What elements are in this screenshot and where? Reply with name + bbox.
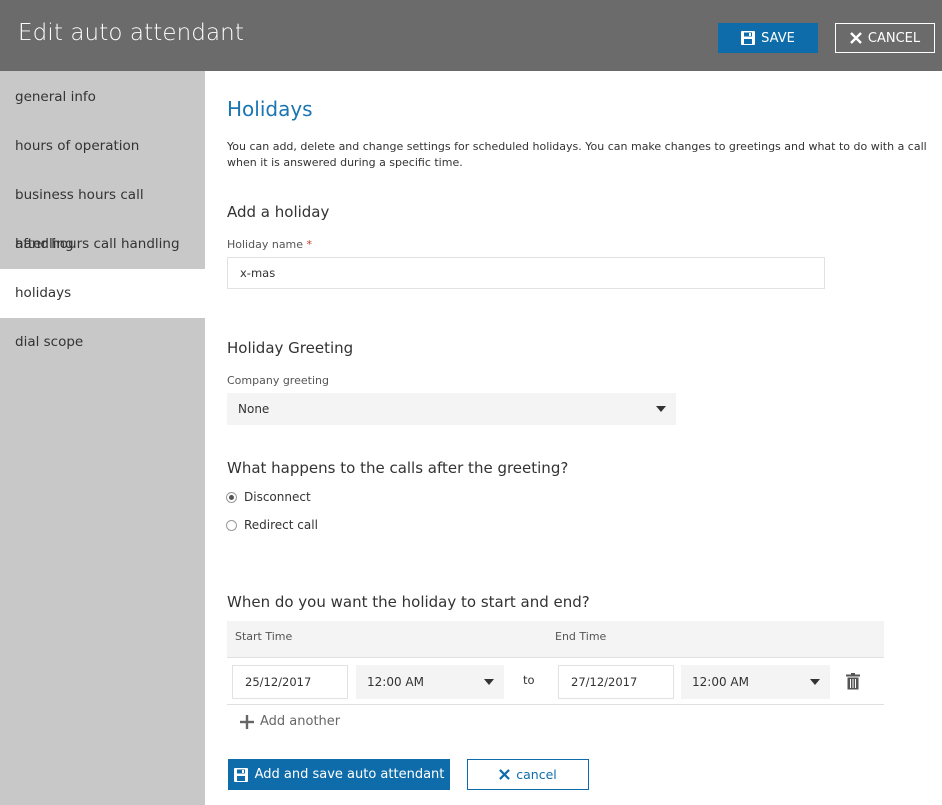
floppy-disk-icon [741,31,756,45]
sidebar-item-dial-scope[interactable]: dial scope [0,318,205,367]
chevron-down-icon [810,679,820,685]
after-greeting-heading: What happens to the calls after the gree… [227,459,569,477]
holiday-name-value: x-mas [240,266,276,280]
add-holiday-heading: Add a holiday [227,203,330,221]
cancel-link-button[interactable]: cancel [467,759,589,790]
cancel-button[interactable]: CANCEL [835,23,935,53]
trash-icon[interactable] [846,673,860,690]
chevron-down-icon [656,406,666,412]
radio-button-unchecked[interactable] [226,519,237,531]
start-time-label: Start Time [235,630,293,643]
add-another-link[interactable]: Add another [240,714,340,729]
company-greeting-label: Company greeting [227,374,329,387]
header-bar: Edit auto attendant SAVE CANCEL [0,0,942,71]
main-content: Holidays You can add, delete and change … [205,71,942,805]
end-time-select[interactable]: 12:00 AM [681,665,830,699]
company-greeting-value: None [238,402,270,416]
holiday-greeting-heading: Holiday Greeting [227,339,354,357]
start-date-input[interactable]: 25/12/2017 [232,665,348,699]
save-button-label: SAVE [761,30,795,46]
save-button[interactable]: SAVE [718,23,818,53]
holiday-name-input[interactable]: x-mas [227,257,825,289]
page-description: You can add, delete and change settings … [227,140,927,169]
add-and-save-label: Add and save auto attendant [254,767,445,782]
required-mark: * [306,238,313,251]
close-icon [499,769,511,780]
end-date-value: 27/12/2017 [571,675,638,689]
radio-redirect-call-label: Redirect call [244,518,318,532]
add-and-save-button[interactable]: Add and save auto attendant [228,759,450,790]
radio-disconnect-label: Disconnect [244,490,311,504]
start-time-select[interactable]: 12:00 AM [356,665,504,699]
add-another-label: Add another [260,714,341,729]
sidebar-item-holidays[interactable]: holidays [0,269,205,318]
start-time-value: 12:00 AM [367,675,424,689]
end-date-input[interactable]: 27/12/2017 [558,665,674,699]
close-icon [850,32,862,44]
schedule-table-header: Start Time End Time [227,621,884,657]
sidebar-item-general-info[interactable]: general info [0,73,205,122]
end-time-label: End Time [555,630,607,643]
radio-redirect-call[interactable]: Redirect call [226,518,318,532]
sidebar-nav: general info hours of operation business… [0,71,205,805]
cancel-link-label: cancel [516,767,557,782]
chevron-down-icon [484,679,494,685]
holiday-name-label: Holiday name * [227,238,312,251]
start-date-value: 25/12/2017 [245,675,312,689]
schedule-heading: When do you want the holiday to start an… [227,593,590,611]
to-label: to [523,673,535,687]
plus-icon [240,714,254,729]
cancel-button-label: CANCEL [867,30,921,46]
radio-button-checked[interactable] [226,491,237,503]
sidebar-item-after-hours-call-handling[interactable]: after hours call handling [0,220,205,269]
sidebar-item-hours-of-operation[interactable]: hours of operation [0,122,205,171]
end-time-value: 12:00 AM [692,675,749,689]
radio-disconnect[interactable]: Disconnect [226,490,311,504]
floppy-disk-icon [233,767,248,782]
window-title: Edit auto attendant [18,20,244,46]
schedule-row: 25/12/2017 12:00 AM to 27/12/2017 12:00 … [227,657,884,705]
holiday-name-label-text: Holiday name [227,238,304,251]
company-greeting-select[interactable]: None [227,393,676,425]
page-title: Holidays [227,97,313,121]
sidebar-item-business-hours-call-handling[interactable]: business hours call handling [0,171,205,252]
